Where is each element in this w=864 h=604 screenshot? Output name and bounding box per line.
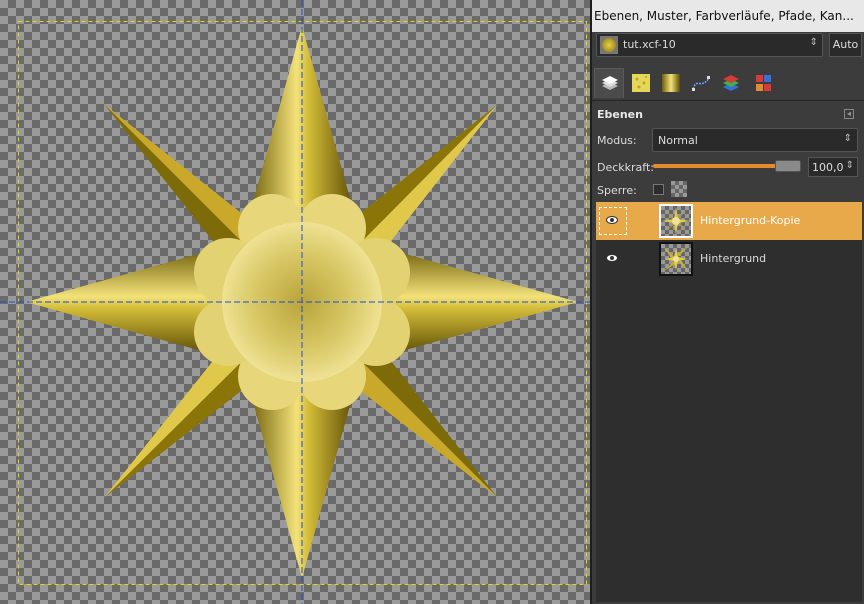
- mode-value: Normal: [658, 134, 698, 147]
- layer-thumbnail: [659, 242, 693, 276]
- panel-menu-icon[interactable]: ◂: [844, 109, 854, 119]
- star-thumbnail-icon: [662, 207, 690, 235]
- colors-tab-icon: [756, 75, 771, 91]
- image-menu[interactable]: tut.xcf-10 ⇕: [596, 33, 823, 57]
- opacity-value: 100,0: [812, 161, 844, 174]
- gradients-tab-icon: [662, 74, 680, 92]
- opacity-label: Deckkraft:: [597, 161, 654, 174]
- layers-tab-icon: [602, 76, 618, 90]
- opacity-handle[interactable]: [775, 160, 801, 172]
- chain-link-toggle[interactable]: [599, 207, 627, 235]
- layer-name[interactable]: Hintergrund-Kopie: [700, 214, 800, 227]
- tab-colors[interactable]: [748, 68, 778, 98]
- auto-button[interactable]: Auto: [829, 33, 862, 57]
- layers-list: Hintergrund-Kopie Hintergrund: [596, 202, 862, 602]
- opacity-input[interactable]: 100,0 ⇕: [808, 157, 858, 177]
- lock-alpha-icon[interactable]: [671, 181, 687, 197]
- mode-dropdown[interactable]: Normal ⇕: [652, 128, 858, 152]
- image-selector-row: tut.xcf-10 ⇕ Auto: [592, 32, 864, 60]
- patterns-tab-icon: [632, 74, 650, 92]
- chevron-updown-icon: ⇕: [843, 133, 852, 144]
- tab-patterns[interactable]: [626, 68, 656, 98]
- panel-heading: Ebenen: [597, 108, 643, 121]
- image-canvas[interactable]: [0, 0, 590, 604]
- channels-tab-icon: [723, 75, 739, 91]
- lock-pixels-checkbox[interactable]: [653, 184, 664, 195]
- layer-thumbnail: [659, 204, 693, 238]
- tab-layers[interactable]: [594, 68, 624, 98]
- layer-row[interactable]: Hintergrund-Kopie: [596, 202, 862, 240]
- image-name: tut.xcf-10: [623, 38, 676, 51]
- spin-arrows-icon[interactable]: ⇕: [846, 160, 854, 171]
- canvas-artwork: [0, 0, 590, 604]
- star-thumbnail-icon: [664, 247, 688, 271]
- opacity-slider[interactable]: [653, 160, 801, 172]
- dock-tabs: [592, 66, 864, 101]
- eye-icon[interactable]: [606, 254, 618, 262]
- tab-gradients[interactable]: [656, 68, 686, 98]
- lock-label: Sperre:: [597, 184, 637, 197]
- dock-title: Ebenen, Muster, Farbverläufe, Pfade, Kan…: [592, 0, 864, 32]
- layers-dock: Ebenen, Muster, Farbverläufe, Pfade, Kan…: [592, 0, 864, 604]
- opacity-fill: [653, 164, 779, 168]
- layer-name[interactable]: Hintergrund: [700, 252, 766, 265]
- mode-label: Modus:: [597, 134, 637, 147]
- chevron-updown-icon: ⇕: [809, 37, 818, 48]
- tab-channels[interactable]: [716, 68, 746, 98]
- layer-row[interactable]: Hintergrund: [596, 240, 862, 278]
- image-thumbnail-icon: [600, 36, 618, 54]
- tab-paths[interactable]: [686, 68, 716, 98]
- paths-tab-icon: [692, 76, 710, 91]
